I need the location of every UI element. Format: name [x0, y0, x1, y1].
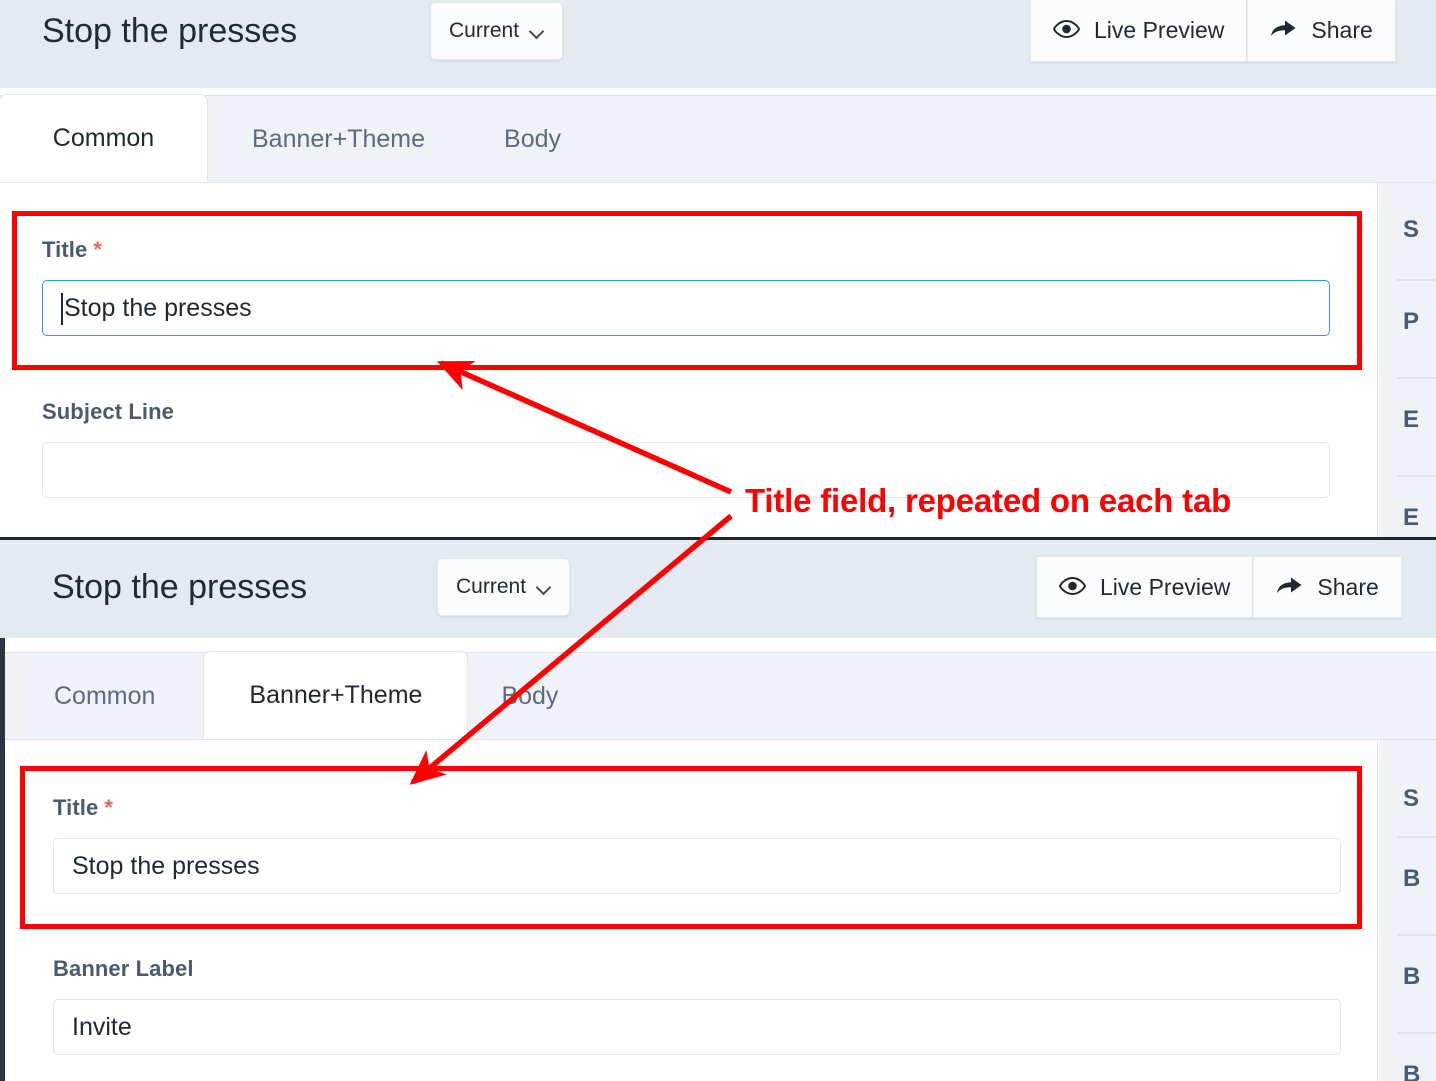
- share-arrow-icon: [1270, 17, 1297, 44]
- eye-icon: [1052, 17, 1081, 44]
- right-sidebar-2: S B B B: [1379, 740, 1436, 1081]
- tab-common-2[interactable]: Common: [5, 653, 204, 739]
- share-button-1[interactable]: Share: [1247, 0, 1396, 62]
- banner-label-input-2[interactable]: Invite: [53, 999, 1341, 1055]
- live-preview-label-2: Live Preview: [1100, 573, 1231, 600]
- header-actions-2: Live Preview Share: [1036, 556, 1402, 618]
- editor-window-common: Stop the presses Current Live Preview Sh…: [0, 0, 1436, 537]
- app-header-1: Stop the presses Current Live Preview Sh…: [0, 0, 1436, 88]
- tabstrip-2: Common Banner+Theme Body: [5, 652, 1436, 740]
- chevron-down-icon: [531, 25, 544, 38]
- version-selector-1[interactable]: Current: [430, 2, 564, 60]
- screenshot-stage: Stop the presses Current Live Preview Sh…: [0, 0, 1436, 1081]
- live-preview-button-2[interactable]: Live Preview: [1036, 556, 1254, 618]
- eye-icon: [1058, 574, 1087, 601]
- banner-label-input-value-2: Invite: [72, 1012, 132, 1041]
- tab-common-1[interactable]: Common: [0, 95, 207, 182]
- form-area-2: Title * Stop the presses Banner Label Inv…: [5, 740, 1378, 1081]
- app-header-2: Stop the presses Current Live Preview Sh…: [0, 540, 1436, 638]
- sidebar-section-1-0[interactable]: S: [1379, 183, 1436, 279]
- field-title-label-1: Title *: [42, 237, 1330, 263]
- field-title-label-text-2: Title: [53, 795, 99, 820]
- title-input-2[interactable]: Stop the presses: [53, 838, 1341, 894]
- tab-banner-theme-1[interactable]: Banner+Theme: [207, 96, 470, 182]
- version-selector-2[interactable]: Current: [437, 558, 571, 616]
- field-title-1: Title * Stop the presses: [42, 237, 1330, 336]
- sidebar-section-1-2[interactable]: E: [1379, 379, 1436, 475]
- field-title-label-2: Title *: [53, 795, 1341, 821]
- version-selector-label-2: Current: [456, 575, 527, 598]
- title-input-value-2: Stop the presses: [72, 851, 260, 880]
- page-title-1: Stop the presses: [42, 12, 298, 50]
- sidebar-section-2-3[interactable]: B: [1379, 1034, 1436, 1081]
- field-title-label-text-1: Title: [42, 237, 88, 262]
- share-arrow-icon: [1276, 574, 1303, 601]
- sidebar-section-2-2[interactable]: B: [1379, 936, 1436, 1032]
- live-preview-label-1: Live Preview: [1094, 17, 1225, 43]
- sidebar-section-label-2-1: B: [1403, 865, 1421, 892]
- sidebar-section-1-3[interactable]: E: [1379, 477, 1436, 537]
- title-input-value-1: Stop the presses: [64, 293, 252, 322]
- field-banner-label-2: Banner Label Invite: [53, 956, 1341, 1055]
- live-preview-button-1[interactable]: Live Preview: [1030, 0, 1248, 62]
- share-label-1: Share: [1311, 17, 1373, 43]
- page-title-2: Stop the presses: [52, 568, 308, 606]
- tab-body-1[interactable]: Body: [470, 96, 595, 182]
- field-banner-label-label-2: Banner Label: [53, 956, 1341, 982]
- required-asterisk-1: *: [93, 237, 102, 262]
- sidebar-section-label-2-3: B: [1403, 1061, 1421, 1081]
- sidebar-section-label-1-2: E: [1403, 406, 1420, 433]
- field-banner-label-text-2: Banner Label: [53, 956, 194, 981]
- sidebar-section-label-1-0: S: [1403, 216, 1420, 243]
- sidebar-section-label-1-1: P: [1403, 308, 1420, 335]
- tab-body-2[interactable]: Body: [467, 653, 592, 739]
- header-actions-1: Live Preview Share: [1030, 0, 1396, 62]
- sidebar-section-2-0[interactable]: S: [1379, 740, 1436, 836]
- annotation-label: Title field, repeated on each tab: [745, 482, 1232, 519]
- tab-common-label-2: Common: [54, 681, 156, 710]
- tab-banner-theme-label-1: Banner+Theme: [252, 124, 426, 153]
- field-subject-line-label-text-1: Subject Line: [42, 399, 174, 424]
- sidebar-section-label-1-3: E: [1403, 504, 1420, 531]
- version-selector-label-1: Current: [449, 19, 520, 42]
- field-title-2: Title * Stop the presses: [53, 795, 1341, 894]
- required-asterisk-2: *: [104, 795, 113, 820]
- tab-banner-theme-label-2: Banner+Theme: [249, 681, 423, 709]
- share-label-2: Share: [1317, 573, 1379, 600]
- sidebar-section-label-2-0: S: [1403, 785, 1420, 812]
- tab-banner-theme-2[interactable]: Banner+Theme: [204, 652, 468, 739]
- chevron-down-icon: [538, 581, 551, 594]
- tab-body-label-1: Body: [504, 124, 562, 153]
- sidebar-section-label-2-2: B: [1403, 963, 1421, 990]
- sidebar-section-2-1[interactable]: B: [1379, 838, 1436, 934]
- tab-common-label-1: Common: [52, 124, 155, 152]
- editor-window-banner-theme: Stop the presses Current Live Preview Sh…: [0, 537, 1436, 1081]
- text-caret-1: [61, 293, 63, 325]
- tab-body-label-2: Body: [501, 681, 559, 710]
- title-input-1[interactable]: Stop the presses: [42, 280, 1330, 336]
- field-subject-line-label-1: Subject Line: [42, 399, 1330, 425]
- right-sidebar-1: S P E E: [1379, 183, 1436, 537]
- tabstrip-1: Common Banner+Theme Body: [0, 95, 1436, 183]
- sidebar-section-1-1[interactable]: P: [1379, 281, 1436, 377]
- share-button-2[interactable]: Share: [1253, 556, 1402, 618]
